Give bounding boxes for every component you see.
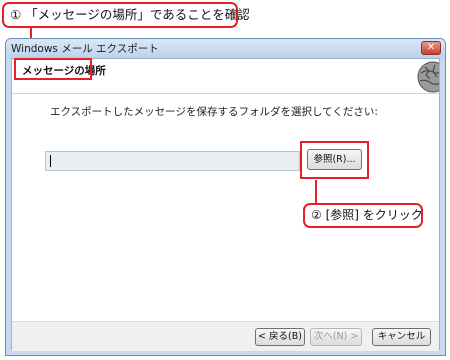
next-button-label: 次へ(N) > xyxy=(313,331,359,342)
text-caret xyxy=(50,155,51,167)
export-dialog-window: Windows メール エクスポート ✕ メッセージの場所 エクスポートしたメッ… xyxy=(5,38,446,356)
title-bar[interactable]: Windows メール エクスポート ✕ xyxy=(6,39,445,58)
window-title: Windows メール エクスポート xyxy=(11,43,159,55)
callout-click-browse: ② [参照] をクリック xyxy=(303,203,423,228)
callout-connector-2 xyxy=(315,180,317,204)
next-button[interactable]: 次へ(N) > xyxy=(310,328,362,346)
page-title-highlight xyxy=(14,58,92,80)
browse-button[interactable]: 参照(R)... xyxy=(307,149,362,170)
wizard-header: メッセージの場所 xyxy=(12,58,439,93)
header-divider xyxy=(12,93,439,94)
back-button-label: < 戻る(B) xyxy=(258,331,302,342)
cancel-button[interactable]: キャンセル xyxy=(372,328,431,346)
wizard-footer: < 戻る(B) 次へ(N) > キャンセル xyxy=(12,321,439,351)
callout-click-browse-text: ② [参照] をクリック xyxy=(311,208,423,222)
callout-confirm-location: ① 「メッセージの場所」であることを確認 xyxy=(2,2,250,28)
close-icon: ✕ xyxy=(426,42,436,53)
callout-confirm-location-text: ① 「メッセージの場所」であることを確認 xyxy=(10,7,250,22)
back-button[interactable]: < 戻る(B) xyxy=(255,328,305,346)
cancel-button-label: キャンセル xyxy=(377,331,426,342)
folder-path-input[interactable] xyxy=(45,151,300,171)
instruction-text: エクスポートしたメッセージを保存するフォルダを選択してください: xyxy=(50,106,378,118)
browse-button-label: 参照(R)... xyxy=(313,154,356,165)
globe-icon xyxy=(417,61,439,93)
close-button[interactable]: ✕ xyxy=(421,41,441,55)
